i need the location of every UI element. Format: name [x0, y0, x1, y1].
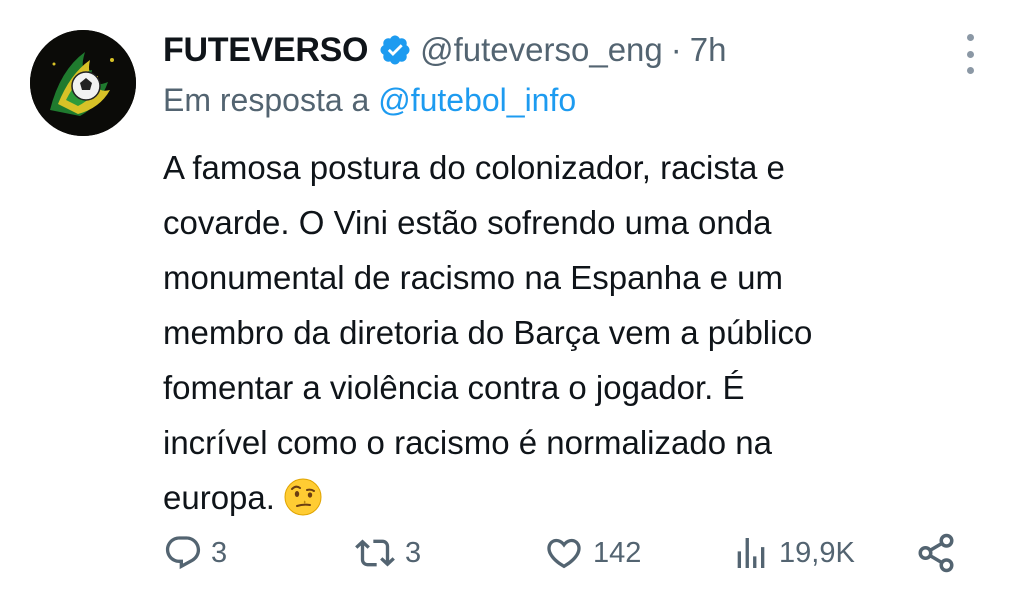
reply-count: 3 — [211, 536, 228, 569]
share-icon — [918, 533, 954, 573]
views-button[interactable]: 19,9K — [731, 528, 855, 578]
more-options-icon[interactable] — [960, 34, 980, 74]
tweet-header: FUTEVERSO @futeverso_eng · 7h — [163, 26, 726, 74]
retweet-icon — [355, 539, 395, 567]
tweet-actions-bar: 3 3 142 19,9K — [163, 528, 963, 578]
share-button[interactable] — [915, 528, 957, 578]
reply-mention-link[interactable]: @futebol_info — [378, 82, 576, 118]
tweet-text-line: A famosa postura do colonizador, racista… — [163, 149, 785, 186]
tweet-card[interactable]: FUTEVERSO @futeverso_eng · 7h Em respost… — [0, 0, 1024, 602]
retweet-button[interactable]: 3 — [353, 528, 421, 578]
reply-icon — [165, 536, 201, 570]
separator-dot: · — [670, 31, 682, 68]
tweet-timestamp[interactable]: 7h — [690, 31, 727, 69]
face-with-raised-eyebrow-emoji-icon — [284, 478, 322, 516]
tweet-text-line: monumental de racismo na Espanha e um — [163, 259, 784, 296]
reply-prefix: Em resposta a — [163, 82, 370, 118]
retweet-count: 3 — [405, 536, 422, 569]
tweet-text-line: incrível como o racismo é normalizado na — [163, 424, 772, 461]
tweet-text-line: membro da diretoria do Barça vem a públi… — [163, 314, 813, 351]
tweet-text: A famosa postura do colonizador, racista… — [163, 140, 983, 525]
tweet-text-last-line: europa. — [163, 470, 983, 525]
verified-badge-icon — [380, 35, 410, 65]
reply-button[interactable]: 3 — [163, 528, 227, 578]
avatar[interactable] — [30, 30, 136, 136]
like-count: 142 — [593, 536, 642, 569]
views-count: 19,9K — [779, 536, 855, 569]
heart-icon — [547, 538, 581, 569]
tweet-text-line: fomentar a violência contra o jogador. É — [163, 369, 745, 406]
author-handle[interactable]: @futeverso_eng — [420, 31, 663, 69]
author-name[interactable]: FUTEVERSO — [163, 31, 368, 70]
like-button[interactable]: 142 — [543, 528, 641, 578]
futeverso-logo — [30, 30, 136, 136]
reply-context: Em resposta a @futebol_info — [163, 82, 576, 119]
tweet-text-line: covarde. O Vini estão sofrendo uma onda — [163, 204, 772, 241]
views-chart-icon — [737, 538, 765, 568]
tweet-text-line: europa. — [163, 479, 275, 516]
